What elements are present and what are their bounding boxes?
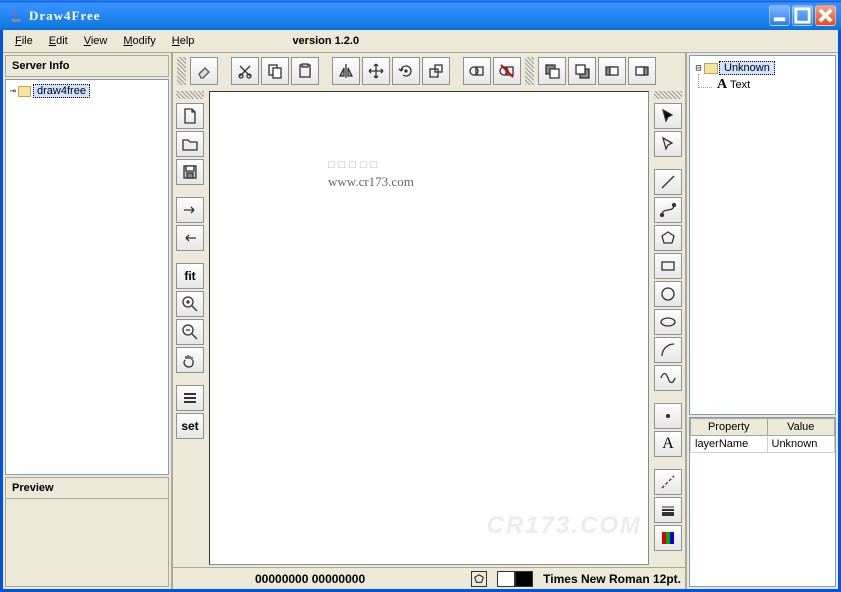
bg-swatch[interactable]: [497, 571, 515, 587]
center-panel: fit set □□□□□ www.cr173.com CR173.COM: [173, 53, 685, 589]
undo-button[interactable]: [176, 225, 204, 251]
bring-front-button[interactable]: [538, 57, 566, 85]
menu-edit[interactable]: Edit: [41, 32, 76, 50]
top-toolbar: [173, 53, 685, 89]
paste-button[interactable]: [291, 57, 319, 85]
scale-button[interactable]: [422, 57, 450, 85]
left-toolbar: fit set: [173, 89, 207, 567]
window-title: Draw4Free: [29, 8, 769, 24]
version-label: version 1.2.0: [292, 35, 359, 47]
text-node-icon: A: [715, 77, 729, 93]
watermark: CR173.COM: [487, 512, 642, 540]
toolbar-grip[interactable]: [176, 91, 204, 99]
save-button[interactable]: [176, 159, 204, 185]
circle-tool-button[interactable]: [654, 281, 682, 307]
preview-title: Preview: [6, 478, 168, 499]
rotate-button[interactable]: [392, 57, 420, 85]
cut-button[interactable]: [231, 57, 259, 85]
folder-icon: [704, 63, 718, 74]
zoom-out-button[interactable]: [176, 319, 204, 345]
tree-item-label: Text: [730, 79, 750, 91]
tree-item-child[interactable]: A Text: [694, 76, 831, 94]
fg-swatch[interactable]: [515, 571, 533, 587]
polygon-tool-button[interactable]: [654, 225, 682, 251]
col-value[interactable]: Value: [767, 419, 835, 436]
title-bar: Draw4Free: [0, 0, 841, 30]
toolbar-grip[interactable]: [525, 57, 534, 85]
bring-forward-button[interactable]: [598, 57, 626, 85]
color-picker-button[interactable]: [654, 525, 682, 551]
group-button[interactable]: [463, 57, 491, 85]
move-button[interactable]: [362, 57, 390, 85]
tree-expand-icon[interactable]: ⊸: [10, 86, 16, 97]
tree-line-icon: [698, 74, 712, 88]
pan-button[interactable]: [176, 347, 204, 373]
close-button[interactable]: [815, 5, 836, 26]
menu-bar: File Edit View Modify Help version 1.2.0: [3, 30, 838, 52]
line-tool-button[interactable]: [654, 169, 682, 195]
left-panel: Server Info ⊸ draw4free Preview: [3, 53, 173, 589]
flip-horizontal-button[interactable]: [332, 57, 360, 85]
send-backward-button[interactable]: [628, 57, 656, 85]
color-swatches[interactable]: [497, 571, 533, 587]
wave-tool-button[interactable]: [654, 365, 682, 391]
prop-value[interactable]: Unknown: [767, 436, 835, 453]
canvas-text: www.cr173.com: [328, 174, 414, 190]
line-weight-button[interactable]: [654, 497, 682, 523]
right-panel: ⊟ Unknown A Text Property Value: [685, 53, 838, 589]
erase-button[interactable]: [190, 57, 218, 85]
tree-item-label: draw4free: [33, 84, 90, 98]
object-tree[interactable]: ⊟ Unknown A Text: [689, 55, 836, 415]
text-tool-button[interactable]: A: [654, 431, 682, 457]
layers-button[interactable]: [176, 385, 204, 411]
prop-name: layerName: [691, 436, 768, 453]
set-button[interactable]: set: [176, 413, 204, 439]
ellipse-tool-button[interactable]: [654, 309, 682, 335]
minimize-button[interactable]: [769, 5, 790, 26]
zoom-in-button[interactable]: [176, 291, 204, 317]
toolbar-grip[interactable]: [654, 91, 682, 99]
tree-item-root[interactable]: ⊟ Unknown: [694, 60, 831, 76]
ungroup-button[interactable]: [493, 57, 521, 85]
tree-item-label: Unknown: [719, 61, 775, 75]
server-info-title: Server Info: [5, 55, 169, 77]
open-button[interactable]: [176, 131, 204, 157]
curve-tool-button[interactable]: [654, 197, 682, 223]
rectangle-tool-button[interactable]: [654, 253, 682, 279]
col-property[interactable]: Property: [691, 419, 768, 436]
menu-file[interactable]: File: [7, 32, 41, 50]
menu-help[interactable]: Help: [164, 32, 203, 50]
menu-modify[interactable]: Modify: [115, 32, 163, 50]
folder-icon: [18, 86, 31, 97]
new-page-button[interactable]: [176, 103, 204, 129]
arc-tool-button[interactable]: [654, 337, 682, 363]
tree-item-root[interactable]: ⊸ draw4free: [10, 84, 164, 98]
tree-collapse-icon[interactable]: ⊟: [694, 63, 703, 74]
select-button[interactable]: [654, 131, 682, 157]
redo-button[interactable]: [176, 197, 204, 223]
canvas[interactable]: □□□□□ www.cr173.com CR173.COM: [209, 91, 649, 565]
properties-panel: Property Value layerName Unknown: [689, 417, 836, 587]
font-label: Times New Roman 12pt.: [543, 572, 681, 586]
status-bar: 00000000 00000000 Times New Roman 12pt.: [173, 567, 685, 589]
select-filled-button[interactable]: [654, 103, 682, 129]
java-icon: [8, 8, 24, 24]
dash-style-button[interactable]: [654, 469, 682, 495]
coordinates: 00000000 00000000: [255, 572, 365, 586]
menu-view[interactable]: View: [76, 32, 116, 50]
copy-button[interactable]: [261, 57, 289, 85]
point-tool-button[interactable]: [654, 403, 682, 429]
shape-indicator: [471, 571, 487, 587]
server-tree[interactable]: ⊸ draw4free: [5, 79, 169, 475]
table-row[interactable]: layerName Unknown: [691, 436, 835, 453]
send-back-button[interactable]: [568, 57, 596, 85]
right-toolbar: A: [651, 89, 685, 567]
preview-panel: Preview: [5, 477, 169, 587]
canvas-placeholder: □□□□□: [328, 159, 381, 171]
fit-button[interactable]: fit: [176, 263, 204, 289]
toolbar-grip[interactable]: [177, 57, 186, 85]
maximize-button[interactable]: [792, 5, 813, 26]
